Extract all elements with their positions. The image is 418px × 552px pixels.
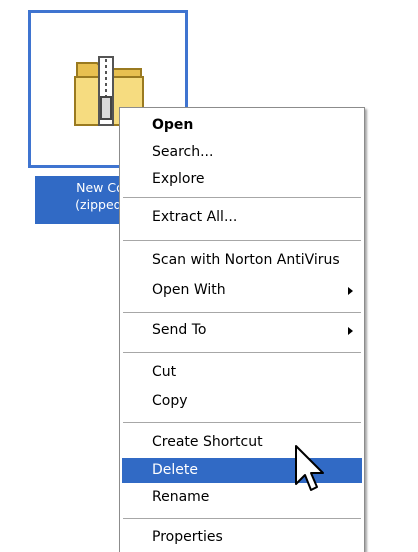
- menu-item-send-to[interactable]: Send To: [122, 318, 362, 343]
- menu-item-search[interactable]: Search...: [122, 140, 362, 165]
- menu-separator: [123, 422, 361, 423]
- menu-separator: [123, 312, 361, 313]
- menu-separator: [123, 197, 361, 198]
- menu-separator: [123, 518, 361, 519]
- menu-item-open-with[interactable]: Open With: [122, 278, 362, 303]
- menu-item-send-to-label: Send To: [152, 322, 207, 338]
- menu-item-copy[interactable]: Copy: [122, 389, 362, 414]
- menu-item-extract-all[interactable]: Extract All...: [122, 205, 362, 230]
- menu-item-open[interactable]: Open: [122, 113, 362, 138]
- menu-item-open-with-label: Open With: [152, 282, 226, 298]
- context-menu: Open Search... Explore Extract All... Sc…: [119, 107, 365, 552]
- menu-item-cut[interactable]: Cut: [122, 360, 362, 385]
- arrow-pointer-icon: [295, 445, 324, 491]
- menu-item-create-shortcut[interactable]: Create Shortcut: [122, 430, 362, 455]
- menu-item-scan-norton[interactable]: Scan with Norton AntiVirus: [122, 248, 362, 273]
- menu-item-rename[interactable]: Rename: [122, 485, 362, 510]
- menu-separator: [123, 240, 361, 241]
- menu-item-explore[interactable]: Explore: [122, 167, 362, 192]
- submenu-arrow-icon: [348, 287, 353, 295]
- menu-separator: [123, 352, 361, 353]
- menu-item-delete[interactable]: Delete: [122, 458, 362, 483]
- submenu-arrow-icon: [348, 327, 353, 335]
- menu-item-properties[interactable]: Properties: [122, 525, 362, 550]
